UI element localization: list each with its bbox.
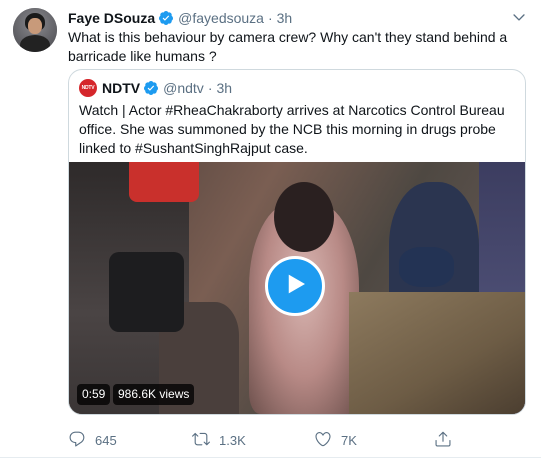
play-icon (280, 269, 310, 304)
tweet-actions: 645 1.3K 7K (68, 430, 508, 450)
share-icon (434, 430, 452, 451)
retweet-icon (192, 430, 210, 451)
share-button[interactable] (434, 430, 452, 451)
play-button[interactable] (265, 256, 325, 316)
like-icon (314, 430, 332, 451)
author-name[interactable]: Faye DSouza (68, 10, 155, 26)
verified-badge-icon (143, 80, 159, 96)
quoted-tweet[interactable]: NDTV NDTV @ndtv · 3h Watch | Actor #Rhea… (68, 69, 526, 415)
caret-down-icon[interactable] (511, 9, 527, 25)
like-button[interactable]: 7K (314, 430, 357, 451)
tweet[interactable]: Faye DSouza @fayedsouza · 3h What is thi… (0, 0, 541, 458)
like-count: 7K (341, 433, 357, 448)
separator-dot: · (207, 80, 213, 96)
author-avatar[interactable] (13, 8, 57, 52)
tweet-timestamp[interactable]: 3h (277, 10, 293, 26)
video-thumbnail[interactable]: 0:59 986.6K views (69, 162, 525, 414)
video-view-count: 986.6K views (113, 384, 195, 405)
verified-badge-icon (158, 10, 174, 26)
quoted-timestamp: 3h (216, 80, 233, 96)
reply-button[interactable]: 645 (68, 430, 117, 451)
reply-icon (68, 430, 86, 451)
reply-count: 645 (95, 433, 117, 448)
ndtv-avatar: NDTV (79, 79, 97, 97)
quoted-tweet-header: NDTV NDTV @ndtv · 3h (79, 79, 232, 97)
quoted-author-handle: @ndtv (163, 80, 204, 96)
author-handle[interactable]: @fayedsouza (178, 10, 264, 26)
retweet-count: 1.3K (219, 433, 246, 448)
tweet-text: What is this behaviour by camera crew? W… (68, 29, 508, 64)
quoted-author-name: NDTV (102, 80, 141, 96)
separator-dot: · (267, 10, 273, 26)
retweet-button[interactable]: 1.3K (192, 430, 246, 451)
video-duration: 0:59 (77, 384, 111, 405)
tweet-header: Faye DSouza @fayedsouza · 3h (68, 9, 292, 27)
quoted-tweet-text: Watch | Actor #RheaChakraborty arrives a… (79, 102, 505, 156)
